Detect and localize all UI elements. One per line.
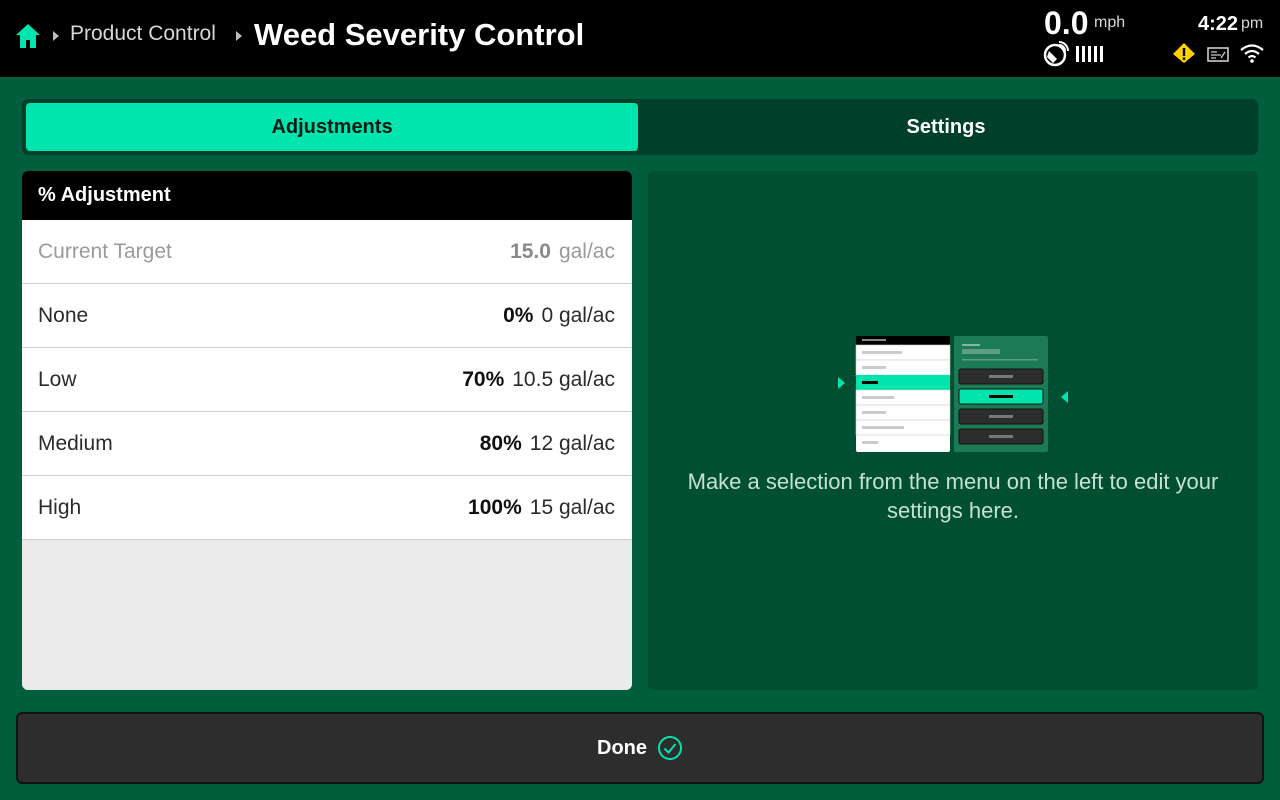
- row-percent: 100%: [468, 495, 522, 519]
- row-percent: 0%: [503, 303, 534, 327]
- row-percent: 80%: [479, 431, 522, 455]
- row-label: Current Target: [38, 239, 172, 263]
- row-value: 0% 0 gal/ac: [503, 304, 615, 328]
- clock-time: 4:22: [1198, 13, 1239, 35]
- speed-value: 0.0: [1044, 5, 1089, 41]
- adjustment-list-panel: % Adjustment Current Target 15.0 gal/ac N…: [22, 171, 632, 690]
- gps-icon[interactable]: [1043, 41, 1069, 67]
- chevron-right-icon: [236, 31, 242, 41]
- page-title: Weed Severity Control: [254, 17, 585, 52]
- speed-unit: mph: [1094, 14, 1126, 31]
- chevron-right-icon: [53, 31, 59, 41]
- hint-text: Make a selection from the menu on the le…: [687, 469, 1219, 523]
- check-circle-icon: [658, 736, 682, 760]
- row-value: 70% 10.5 gal/ac: [462, 368, 615, 392]
- tab-bar: Adjustments Settings: [22, 99, 1258, 155]
- current-target-value: 15.0: [510, 239, 551, 263]
- wifi-icon[interactable]: [1240, 43, 1264, 63]
- row-label: None: [38, 303, 89, 327]
- row-value: 15.0 gal/ac: [510, 240, 615, 264]
- clock-ampm: pm: [1241, 15, 1264, 32]
- current-target-unit: gal/ac: [558, 239, 615, 263]
- row-value: 100% 15 gal/ac: [468, 496, 615, 520]
- breadcrumb-product-control[interactable]: Product Control: [70, 22, 216, 46]
- list-item-high[interactable]: High 100% 15 gal/ac: [22, 476, 632, 540]
- menu-selection-illustration: [838, 336, 1068, 452]
- row-rate: 12 gal/ac: [529, 431, 615, 455]
- row-label: Low: [38, 367, 77, 391]
- status-header: Product Control Weed Severity Control 0.…: [0, 0, 1280, 77]
- settings-detail-panel: Make a selection from the menu on the le…: [648, 171, 1258, 690]
- home-icon[interactable]: [14, 22, 42, 50]
- panel-title: % Adjustment: [22, 171, 632, 220]
- row-label: Medium: [38, 431, 113, 455]
- warning-icon[interactable]: [1172, 42, 1196, 64]
- row-percent: 70%: [462, 367, 505, 391]
- row-label: High: [38, 495, 82, 519]
- signal-bars-icon: [1076, 46, 1103, 62]
- row-rate: 10.5 gal/ac: [512, 367, 615, 391]
- row-rate: 15 gal/ac: [529, 495, 615, 519]
- list-item-none[interactable]: None 0% 0 gal/ac: [22, 284, 632, 348]
- tab-adjustments[interactable]: Adjustments: [26, 103, 638, 151]
- current-target-row: Current Target 15.0 gal/ac: [22, 220, 632, 284]
- row-value: 80% 12 gal/ac: [480, 432, 615, 456]
- done-label: Done: [597, 736, 647, 759]
- done-button[interactable]: Done: [16, 712, 1264, 784]
- row-rate: 0 gal/ac: [541, 303, 615, 327]
- terminal-icon[interactable]: [1206, 44, 1230, 64]
- list-item-medium[interactable]: Medium 80% 12 gal/ac: [22, 412, 632, 476]
- tab-settings[interactable]: Settings: [638, 103, 1254, 151]
- list-item-low[interactable]: Low 70% 10.5 gal/ac: [22, 348, 632, 412]
